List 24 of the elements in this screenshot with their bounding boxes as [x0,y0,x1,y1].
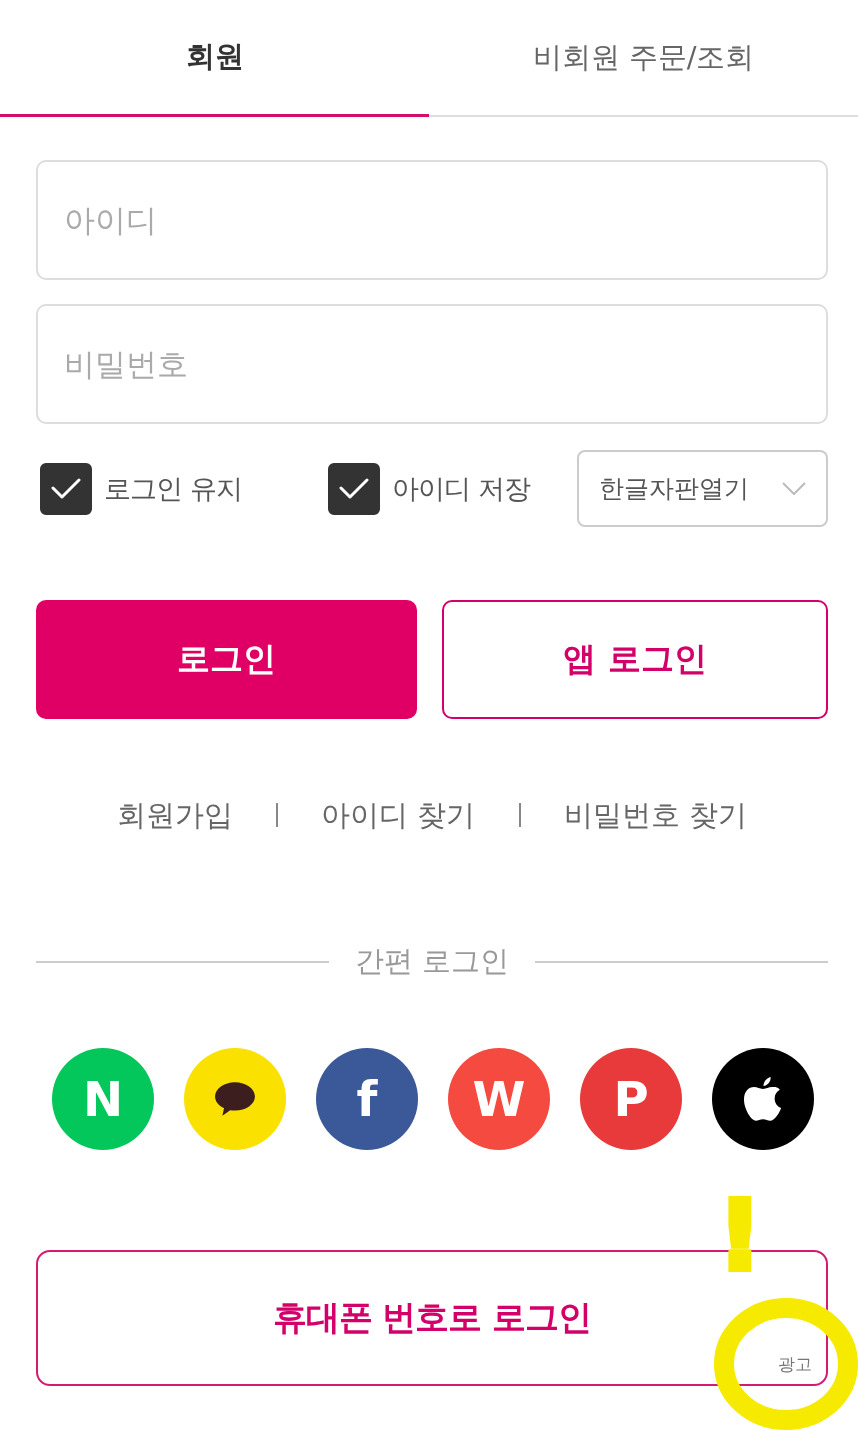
checkmark-icon [339,477,369,500]
input-field[interactable]: 아이디 [36,160,828,280]
apple-icon [744,1077,782,1121]
speech-bubble-icon [214,1081,256,1117]
social-login-button[interactable]: f [316,1048,418,1150]
ad-label: 광고 [778,1354,812,1374]
social-login-button[interactable]: P [580,1048,682,1150]
checkbox-label[interactable]: 아이디 저장 [392,470,530,507]
account-link[interactable]: 아이디 찾기 [321,797,476,833]
account-link[interactable]: 회원가입 [117,797,234,833]
tab[interactable]: 비회원 주문/조회 [429,0,858,117]
account-link[interactable]: 비밀번호 찾기 [563,797,747,833]
keyboard-dropdown[interactable]: 한글자판열기 [577,450,828,527]
checkmark-icon [51,477,81,500]
input-field[interactable]: 비밀번호 [36,304,828,424]
chevron-down-icon [782,482,806,495]
checkbox[interactable] [40,462,92,515]
app-login-button[interactable]: 앱 로그인 [442,600,828,719]
login-button[interactable]: 로그인 [36,600,417,719]
checkbox-label[interactable]: 로그인 유지 [104,470,242,507]
tab[interactable]: 회원 [0,0,429,117]
social-login-button[interactable]: W [448,1048,550,1150]
checkbox[interactable] [328,462,380,515]
section-title: 간편 로그인 [354,943,510,980]
